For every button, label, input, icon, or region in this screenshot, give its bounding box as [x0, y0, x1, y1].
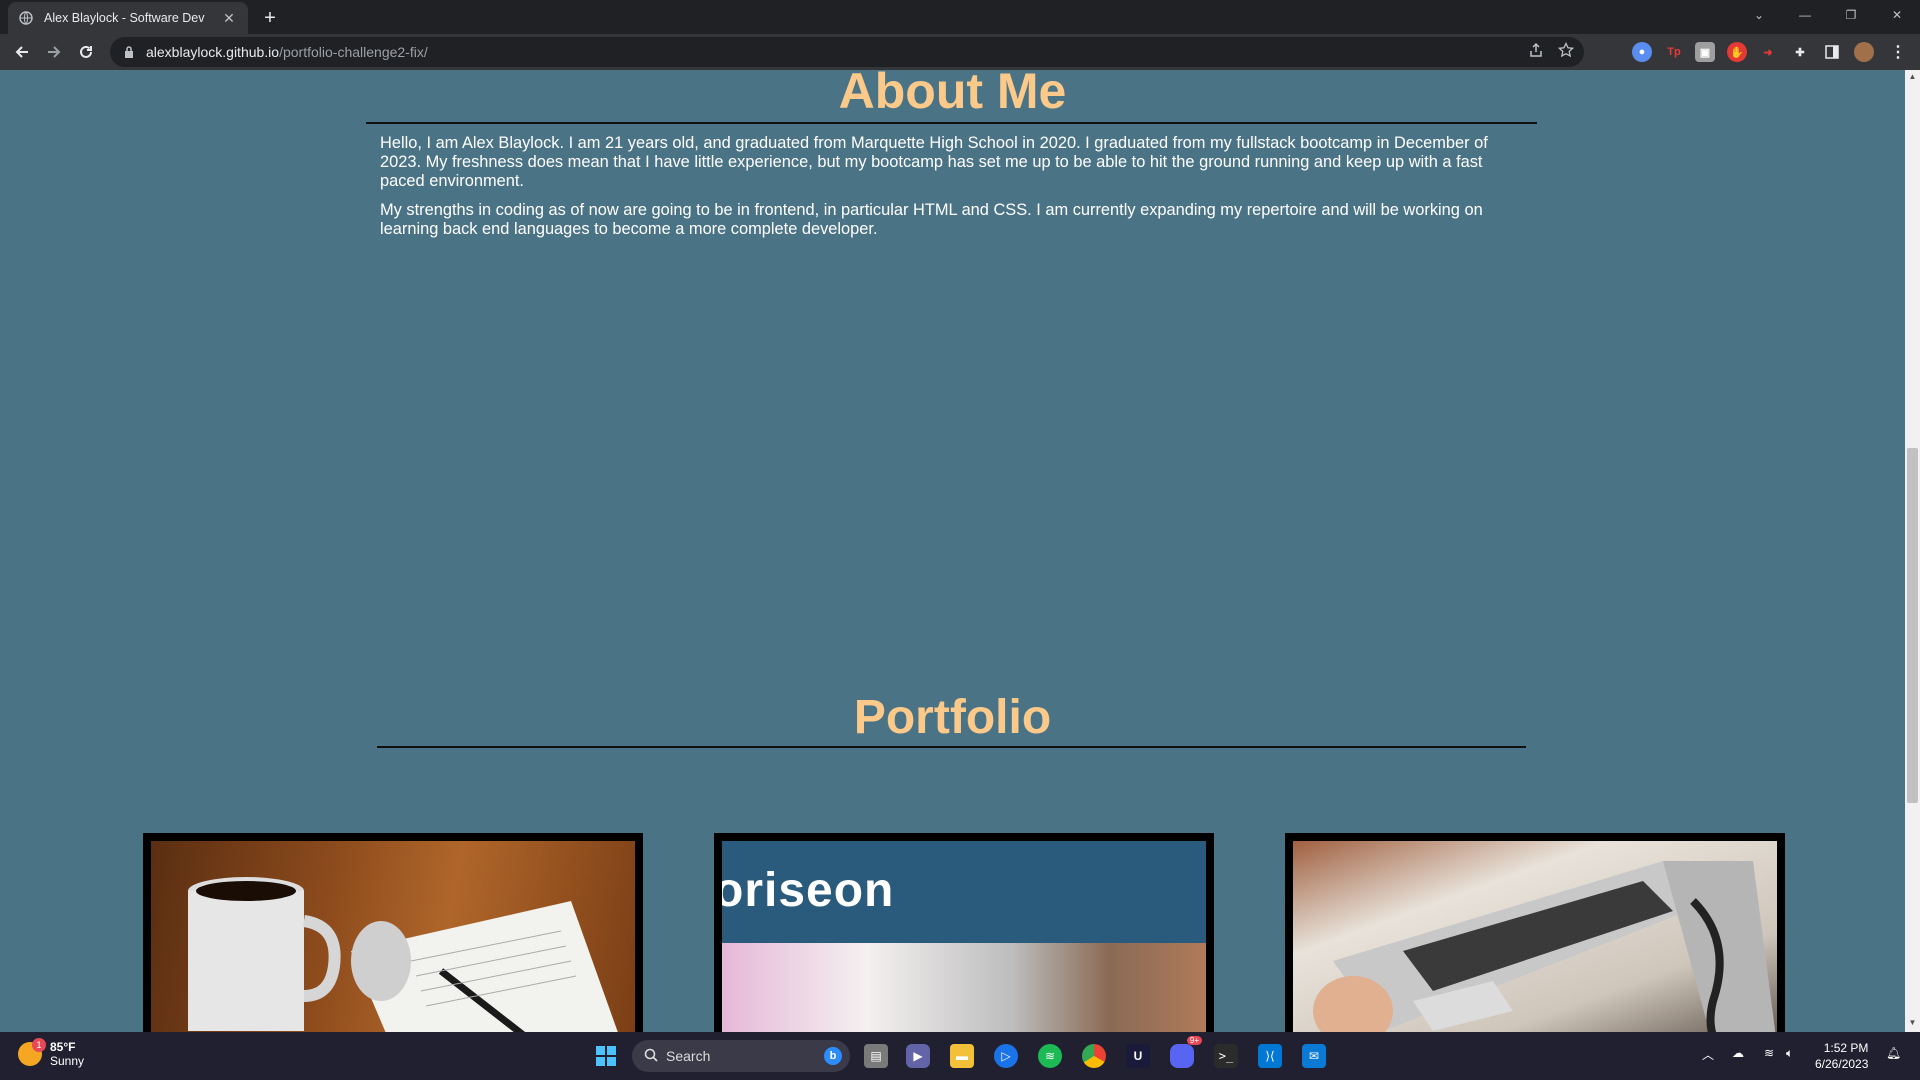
portfolio-heading: Portfolio: [853, 691, 1052, 744]
weather-widget[interactable]: 1 85°F Sunny: [18, 1038, 85, 1068]
extension-tp-icon[interactable]: Tp: [1664, 42, 1684, 62]
laptop-image[interactable]: [1293, 841, 1777, 1032]
weather-badge: 1: [32, 1038, 46, 1052]
menu-kebab-icon[interactable]: ⋮: [1888, 42, 1908, 62]
extension-stop-icon[interactable]: ✋: [1727, 42, 1747, 62]
taskbar-search-box[interactable]: Search b: [632, 1040, 850, 1072]
horiseon-hero-image: [722, 943, 1206, 1032]
close-window-icon[interactable]: ✕: [1874, 0, 1920, 30]
clock-time: 1:52 PM: [1823, 1041, 1869, 1055]
volume-icon[interactable]: 🔈︎: [1786, 1046, 1793, 1061]
about-paragraph-1: Hello, I am Alex Blaylock. I am 21 years…: [380, 134, 1488, 190]
about-me-body: Hello, I am Alex Blaylock. I am 21 years…: [380, 134, 1525, 249]
chrome-icon[interactable]: [1082, 1044, 1106, 1068]
globe-icon: [18, 10, 34, 26]
scrollbar-thumb[interactable]: [1907, 448, 1918, 803]
about-me-heading: About Me: [838, 70, 1067, 119]
weather-desc: Sunny: [50, 1054, 85, 1068]
task-view-icon[interactable]: ▤: [864, 1044, 888, 1068]
horiseon-screenshot-image[interactable]: oriseon: [722, 841, 1206, 1032]
system-clock[interactable]: 1:52 PM 6/26/2023: [1815, 1040, 1868, 1072]
browser-tab-bar: Alex Blaylock - Software Dev ✕ + ⌄ — ❐ ✕: [0, 0, 1920, 34]
spotify-icon[interactable]: ≋: [1038, 1044, 1062, 1068]
search-icon: [644, 1048, 658, 1065]
profile-avatar[interactable]: [1854, 42, 1874, 62]
lock-icon[interactable]: [122, 45, 136, 59]
back-icon[interactable]: [10, 40, 34, 64]
windows-taskbar: 1 85°F Sunny Search b ▤ ▶ ▬ ▷ ≋ U 9+ >_ …: [0, 1032, 1920, 1080]
onedrive-cloud-icon[interactable]: ☁: [1732, 1046, 1744, 1060]
portfolio-card-1[interactable]: [143, 833, 643, 1032]
vscode-icon[interactable]: ⟩⟨: [1258, 1044, 1282, 1068]
horiseon-logo-text: oriseon: [722, 864, 895, 917]
side-panel-icon[interactable]: [1822, 42, 1842, 62]
minimize-icon[interactable]: —: [1782, 0, 1828, 30]
tab-search-icon[interactable]: ⌄: [1736, 0, 1782, 30]
extension-arrow-icon[interactable]: ➜: [1758, 42, 1778, 62]
file-explorer-icon[interactable]: ▬: [950, 1044, 974, 1068]
media-player-icon[interactable]: ▷: [994, 1044, 1018, 1068]
scroll-down-arrow-icon[interactable]: ▼: [1905, 1018, 1920, 1030]
portfolio-divider: [377, 746, 1526, 748]
reload-icon[interactable]: [74, 40, 98, 64]
about-divider: [366, 122, 1537, 124]
clock-date: 6/26/2023: [1815, 1057, 1869, 1071]
portfolio-card-2[interactable]: oriseon: [714, 833, 1214, 1032]
bing-icon[interactable]: b: [824, 1047, 842, 1065]
extensions-puzzle-icon[interactable]: ✚: [1790, 42, 1810, 62]
discord-badge: 9+: [1186, 1036, 1202, 1045]
page-viewport: About Me Hello, I am Alex Blaylock. I am…: [0, 70, 1905, 1032]
windows-start-icon[interactable]: [594, 1044, 618, 1068]
teams-chat-icon[interactable]: ▶: [906, 1044, 930, 1068]
scroll-up-arrow-icon[interactable]: ▲: [1905, 72, 1920, 84]
coffee-notepad-image[interactable]: [151, 841, 635, 1032]
unreal-u-icon[interactable]: U: [1126, 1044, 1150, 1068]
search-label: Search: [666, 1048, 711, 1064]
notification-bell-icon[interactable]: 🔔︎: [1886, 1046, 1901, 1060]
mail-icon[interactable]: ✉: [1302, 1044, 1326, 1068]
show-hidden-icons-chevron-icon[interactable]: ︿: [1702, 1046, 1714, 1063]
discord-icon[interactable]: 9+: [1170, 1036, 1202, 1068]
tab-title: Alex Blaylock - Software Dev: [44, 11, 205, 25]
restore-icon[interactable]: ❐: [1828, 0, 1874, 30]
wifi-icon[interactable]: ≋: [1764, 1046, 1774, 1060]
extension-google-icon[interactable]: ●: [1632, 42, 1652, 62]
close-tab-icon[interactable]: ✕: [220, 9, 238, 27]
sun-icon: 1: [18, 1038, 46, 1066]
extension-image-icon[interactable]: ▣: [1695, 42, 1715, 62]
url-host: alexblaylock.github.io: [146, 44, 280, 60]
portfolio-card-3[interactable]: [1285, 833, 1785, 1032]
address-bar[interactable]: alexblaylock.github.io /portfolio-challe…: [110, 37, 1584, 67]
new-tab-button[interactable]: +: [258, 7, 282, 31]
url-path: /portfolio-challenge2-fix/: [279, 44, 428, 60]
browser-toolbar: alexblaylock.github.io /portfolio-challe…: [0, 34, 1920, 70]
about-paragraph-2: My strengths in coding as of now are goi…: [380, 201, 1483, 238]
page-scrollbar[interactable]: ▲ ▼: [1905, 70, 1920, 1032]
browser-tab[interactable]: Alex Blaylock - Software Dev ✕: [8, 2, 248, 34]
share-icon[interactable]: [1528, 42, 1544, 61]
terminal-icon[interactable]: >_: [1214, 1044, 1238, 1068]
weather-temp: 85°F: [50, 1040, 76, 1054]
bookmark-star-icon[interactable]: [1557, 41, 1575, 61]
forward-icon[interactable]: [42, 40, 66, 64]
